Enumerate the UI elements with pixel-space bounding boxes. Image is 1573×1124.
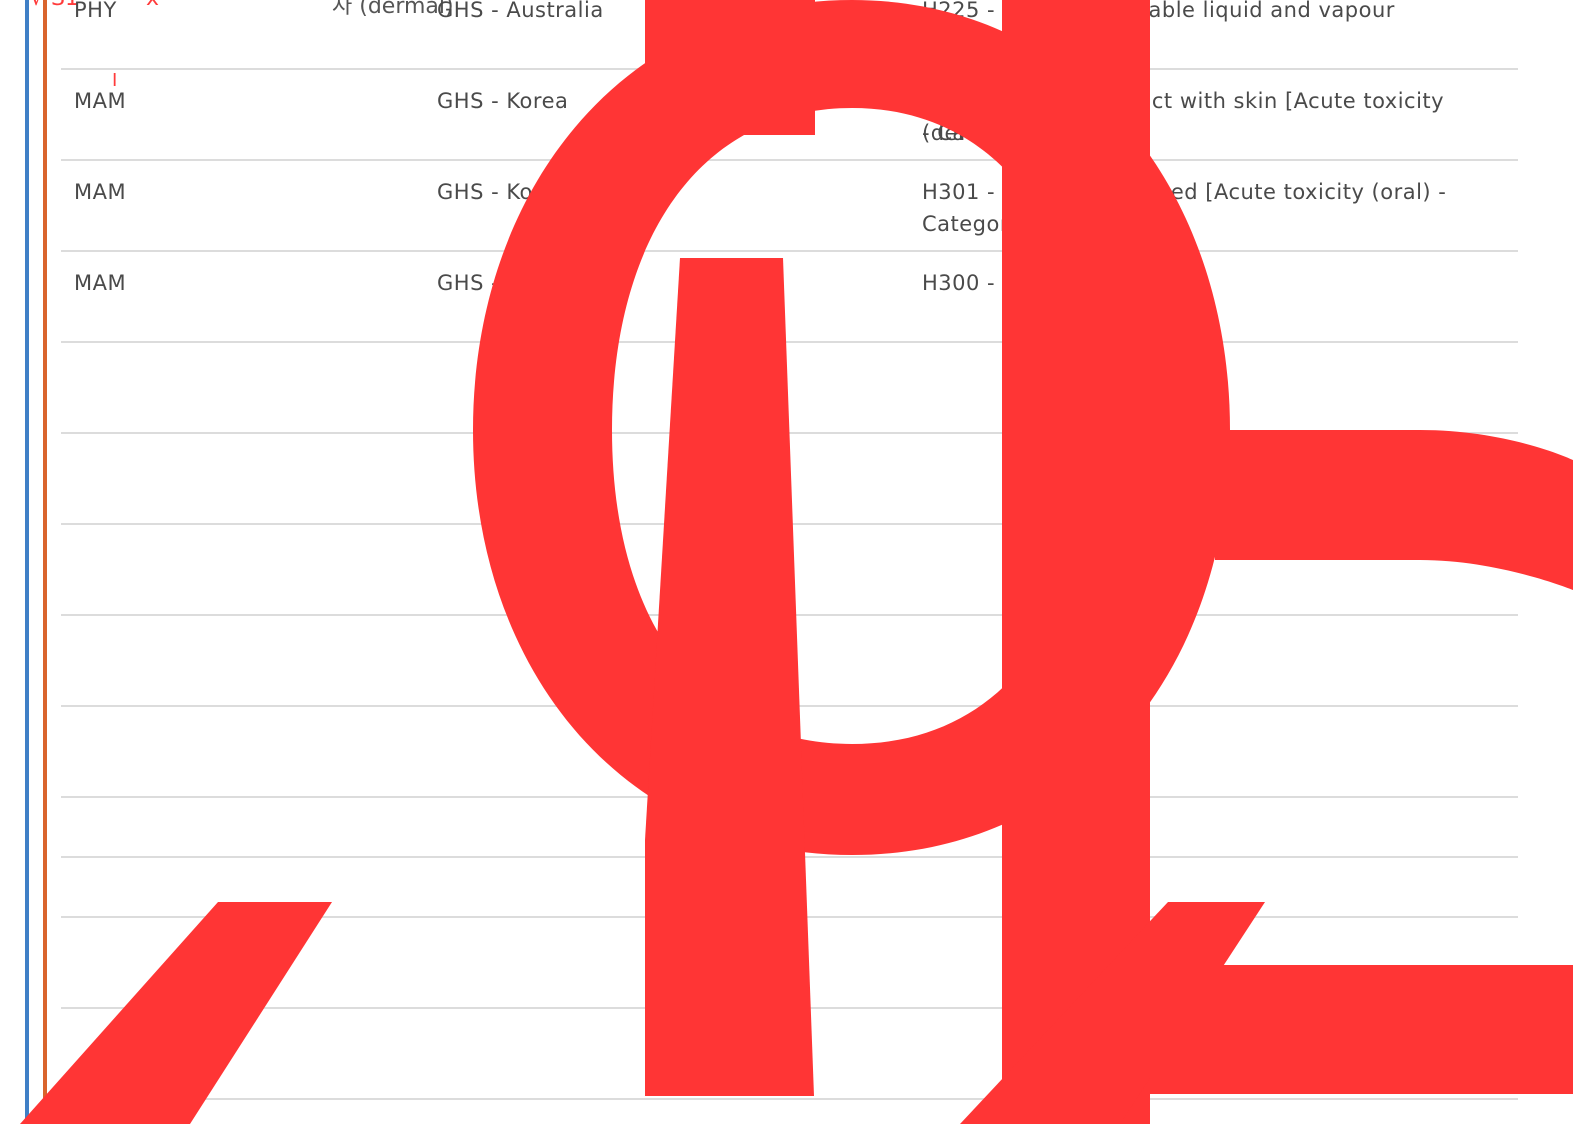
regulation-cell: GHS - Korea <box>437 271 569 295</box>
empty-table-row <box>61 1009 1518 1100</box>
hazard-statement-cell: H300 - Fatal if swallowed <box>922 271 1197 295</box>
hazard-statement-cell: H301 - Toxic if swallowed [Acute toxicit… <box>922 180 1447 204</box>
empty-table-row <box>61 525 1518 616</box>
table-row[interactable]: MAM GHS - Korea H311 - Toxic in contact … <box>61 70 1518 161</box>
empty-table-row <box>61 858 1518 918</box>
empty-table-row <box>61 707 1518 798</box>
empty-table-row <box>61 918 1518 1009</box>
hazard-statement-cell: H225 - Highly flammable liquid and vapou… <box>922 0 1395 54</box>
hazard-statement-continued: Category 3] <box>922 212 1052 236</box>
hazard-statement-continued: - Category 3] <box>922 121 1067 145</box>
table-row[interactable]: MAM GHS - Korea H300 - Fatal if swallowe… <box>61 252 1518 343</box>
empty-table-row <box>61 343 1518 434</box>
hazard-statements-table: PHY GHS - Australia H225 - Highly flamma… <box>61 0 1518 1100</box>
hazard-class-cell: PHY <box>74 0 117 22</box>
empty-table-row <box>61 616 1518 707</box>
left-accent-orange-line <box>43 0 47 1124</box>
regulation-cell: GHS - Korea <box>437 89 569 113</box>
left-accent-blue-line <box>25 0 29 1124</box>
hazard-class-cell: MAM <box>74 89 127 113</box>
table-row[interactable]: PHY GHS - Australia H225 - Highly flamma… <box>61 0 1518 70</box>
table-row[interactable]: MAM GHS - Korea H301 - Toxic if swallowe… <box>61 161 1518 252</box>
empty-table-row <box>61 798 1518 858</box>
regulation-cell: GHS - Korea <box>437 180 569 204</box>
hazard-class-cell: MAM <box>74 271 127 295</box>
hazard-class-cell: MAM <box>74 180 127 204</box>
regulation-cell: GHS - Australia <box>437 0 604 22</box>
empty-table-row <box>61 434 1518 525</box>
